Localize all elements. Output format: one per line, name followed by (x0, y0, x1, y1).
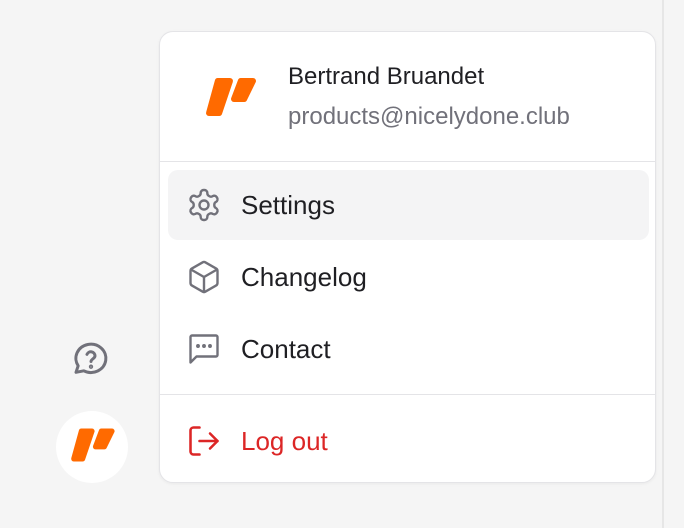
user-email: products@nicelydone.club (288, 103, 570, 130)
user-menu-header: Bertrand Bruandet products@nicelydone.cl… (160, 32, 655, 161)
brand-logo-icon (68, 425, 116, 470)
help-button[interactable] (70, 340, 112, 382)
menu-item-changelog[interactable]: Changelog (168, 242, 649, 312)
brand-logo-icon (204, 74, 256, 120)
menu-item-label: Changelog (241, 262, 367, 292)
sidebar-edge-divider (662, 0, 664, 528)
menu-item-label: Settings (241, 190, 335, 220)
gear-icon (186, 187, 222, 223)
chat-dots-icon (186, 331, 222, 367)
logout-label: Log out (241, 426, 328, 456)
menu-item-settings[interactable]: Settings (168, 170, 649, 240)
help-chat-icon (71, 339, 111, 384)
user-menu-dropdown: Bertrand Bruandet products@nicelydone.cl… (159, 31, 656, 483)
logout-icon (186, 423, 222, 459)
menu-divider (160, 161, 655, 162)
menu-item-contact[interactable]: Contact (168, 314, 649, 384)
logout-button[interactable]: Log out (168, 406, 649, 476)
user-avatar-button[interactable] (56, 411, 128, 483)
menu-item-label: Contact (241, 334, 331, 364)
cube-icon (186, 259, 222, 295)
menu-divider (160, 394, 655, 395)
user-name: Bertrand Bruandet (288, 63, 485, 90)
